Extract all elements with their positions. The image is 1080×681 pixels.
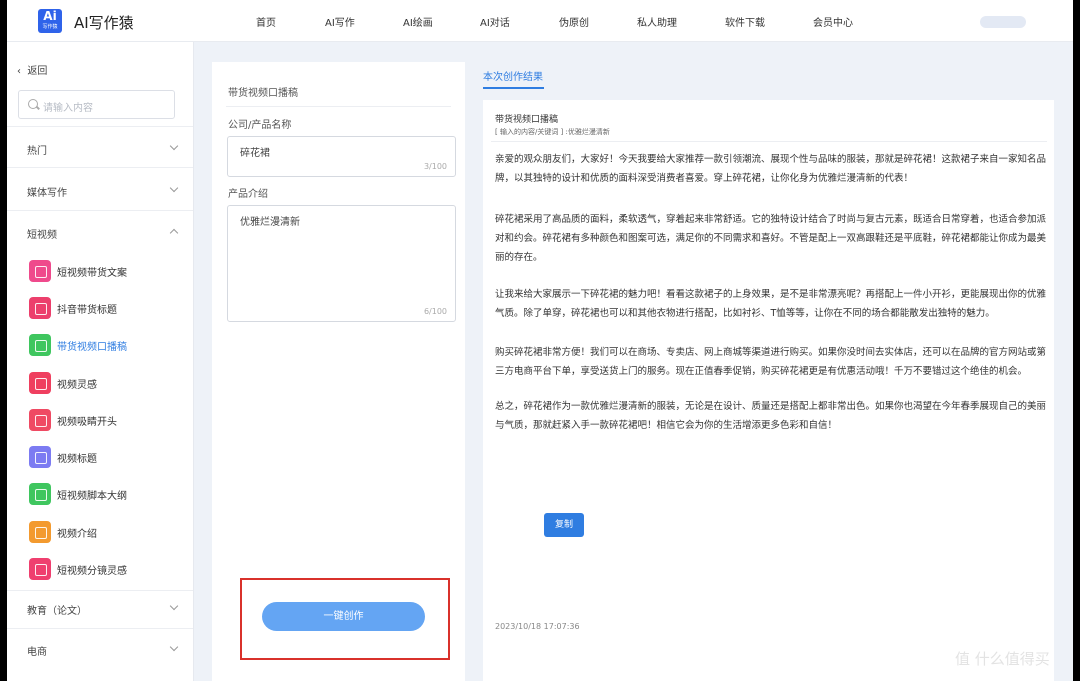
nav-ai-writing[interactable]: AI写作 bbox=[325, 14, 355, 29]
sidebar-item-storyboard[interactable]: 短视频分镜灵感 bbox=[29, 557, 189, 581]
screenshot-frame: Ai 写作猿 AI写作猿 首页 AI写作 AI绘画 AI对话 伪原创 私人助理 … bbox=[0, 0, 1080, 681]
sidebar-item-label: 视频介绍 bbox=[57, 529, 97, 540]
logo-subtext: 写作猿 bbox=[42, 24, 58, 30]
list-icon bbox=[29, 409, 51, 431]
result-paragraph: 让我来给大家展示一下碎花裙的魅力吧！看看这款裙子的上身效果，是不是非常漂亮呢？再… bbox=[495, 289, 1047, 319]
section-ecommerce[interactable]: 电商 bbox=[27, 643, 47, 658]
tiktok-icon bbox=[29, 297, 51, 319]
divider bbox=[491, 141, 1047, 142]
nav-home[interactable]: 首页 bbox=[256, 14, 276, 29]
section-media-writing[interactable]: 媒体写作 bbox=[27, 184, 67, 199]
nav-ai-chat[interactable]: AI对话 bbox=[480, 14, 510, 29]
generate-button[interactable]: 一键创作 bbox=[262, 602, 425, 631]
chevron-down-icon[interactable] bbox=[169, 141, 179, 151]
sidebar-item-label: 短视频带货文案 bbox=[57, 268, 127, 279]
nav-ai-painting[interactable]: AI绘画 bbox=[403, 14, 433, 29]
result-paragraph: 总之，碎花裙作为一款优雅烂漫清新的服装，无论是在设计、质量还是搭配上都非常出色。… bbox=[495, 401, 1047, 431]
product-intro-value: 优雅烂漫清新 bbox=[240, 217, 300, 228]
logo-icon[interactable]: Ai 写作猿 bbox=[38, 9, 62, 33]
tab-result[interactable]: 本次创作结果 bbox=[483, 68, 543, 83]
chevron-up-icon[interactable] bbox=[169, 228, 179, 238]
chevron-down-icon[interactable] bbox=[169, 642, 179, 652]
sidebar-item-label: 视频吸睛开头 bbox=[57, 417, 117, 428]
sidebar-item-video-hook[interactable]: 视频吸睛开头 bbox=[29, 408, 189, 432]
divider bbox=[7, 628, 193, 629]
sidebar-item-douyin-title[interactable]: 抖音带货标题 bbox=[29, 296, 189, 320]
sidebar-search-input[interactable]: 请输入内容 bbox=[18, 90, 175, 119]
sidebar-item-label: 短视频脚本大纲 bbox=[57, 491, 127, 502]
result-paragraph: 购买碎花裙非常方便！我们可以在商场、专卖店、网上商城等渠道进行购买。如果你没时间… bbox=[495, 347, 1047, 377]
copy-button[interactable]: 复制 bbox=[544, 513, 584, 537]
result-keywords: [ 输入的内容/关键词 ] :优雅烂漫清新 bbox=[495, 128, 610, 136]
nav-assistant[interactable]: 私人助理 bbox=[637, 14, 677, 29]
sidebar-item-video-title[interactable]: 视频标题 bbox=[29, 445, 189, 469]
nav-rewrite[interactable]: 伪原创 bbox=[559, 14, 589, 29]
outline-icon bbox=[29, 483, 51, 505]
document-icon bbox=[29, 446, 51, 468]
company-label: 公司/产品名称 bbox=[228, 120, 292, 131]
active-tab-indicator bbox=[483, 87, 544, 89]
sidebar-item-label: 抖音带货标题 bbox=[57, 305, 117, 316]
video-icon bbox=[29, 260, 51, 282]
notes-icon bbox=[29, 521, 51, 543]
sidebar-item-label: 带货视频口播稿 bbox=[57, 342, 127, 353]
logo-text: Ai bbox=[43, 9, 57, 23]
section-education[interactable]: 教育（论文） bbox=[27, 602, 87, 617]
nav-membership[interactable]: 会员中心 bbox=[813, 14, 853, 29]
result-title: 带货视频口播稿 bbox=[495, 115, 559, 125]
chevron-down-icon[interactable] bbox=[169, 183, 179, 193]
back-link[interactable]: ‹ 返回 bbox=[17, 62, 47, 77]
divider bbox=[7, 167, 193, 168]
divider bbox=[7, 126, 193, 127]
sidebar-item-label: 视频灵感 bbox=[57, 380, 97, 391]
top-navbar: Ai 写作猿 AI写作猿 首页 AI写作 AI绘画 AI对话 伪原创 私人助理 … bbox=[7, 0, 1073, 42]
result-paragraph: 碎花裙采用了高品质的面料，柔软透气，穿着起来非常舒适。它的独特设计结合了时尚与复… bbox=[495, 214, 1047, 263]
divider bbox=[7, 590, 193, 591]
result-timestamp: 2023/10/18 17:07:36 bbox=[495, 622, 580, 631]
sidebar-item-label: 视频标题 bbox=[57, 454, 97, 465]
script-icon bbox=[29, 334, 51, 356]
sidebar-item-video-inspiration[interactable]: 视频灵感 bbox=[29, 371, 189, 395]
section-short-video[interactable]: 短视频 bbox=[27, 226, 57, 241]
sidebar-item-label: 短视频分镜灵感 bbox=[57, 566, 127, 577]
company-name-value: 碎花裙 bbox=[240, 148, 270, 159]
intro-label: 产品介绍 bbox=[228, 189, 268, 200]
search-icon bbox=[28, 99, 38, 109]
watermark: 值 什么值得买 bbox=[955, 650, 1050, 668]
company-name-field[interactable]: 碎花裙 3/100 bbox=[227, 136, 456, 177]
sidebar-item-video-intro[interactable]: 视频介绍 bbox=[29, 520, 189, 544]
sidebar-item-voiceover-script[interactable]: 带货视频口播稿 bbox=[29, 333, 189, 357]
sidebar-item-video-outline[interactable]: 短视频脚本大纲 bbox=[29, 482, 189, 506]
user-avatar[interactable] bbox=[980, 16, 1026, 28]
section-hot[interactable]: 热门 bbox=[27, 142, 47, 157]
result-panel: 带货视频口播稿 [ 输入的内容/关键词 ] :优雅烂漫清新 亲爱的观众朋友们，大… bbox=[483, 100, 1054, 681]
search-placeholder: 请输入内容 bbox=[43, 103, 93, 114]
product-intro-textarea[interactable]: 优雅烂漫清新 6/100 bbox=[227, 205, 456, 322]
form-title: 带货视频口播稿 bbox=[228, 88, 298, 99]
app-window: Ai 写作猿 AI写作猿 首页 AI写作 AI绘画 AI对话 伪原创 私人助理 … bbox=[7, 0, 1073, 681]
chevron-down-icon[interactable] bbox=[169, 601, 179, 611]
brand-name[interactable]: AI写作猿 bbox=[74, 12, 134, 33]
back-label: 返回 bbox=[27, 66, 48, 77]
char-counter: 3/100 bbox=[423, 162, 447, 171]
nav-download[interactable]: 软件下载 bbox=[725, 14, 765, 29]
sidebar: ‹ 返回 请输入内容 热门 媒体写作 短视频 短视频带货文案 抖音带货标题 带货… bbox=[7, 42, 194, 681]
film-icon bbox=[29, 558, 51, 580]
char-counter: 6/100 bbox=[423, 307, 447, 316]
sidebar-item-short-video-copy[interactable]: 短视频带货文案 bbox=[29, 259, 189, 283]
result-paragraph: 亲爱的观众朋友们，大家好！今天我要给大家推荐一款引领潮流、展现个性与品味的服装，… bbox=[495, 154, 1047, 184]
divider bbox=[226, 106, 451, 107]
camera-icon bbox=[29, 372, 51, 394]
divider bbox=[7, 210, 193, 211]
